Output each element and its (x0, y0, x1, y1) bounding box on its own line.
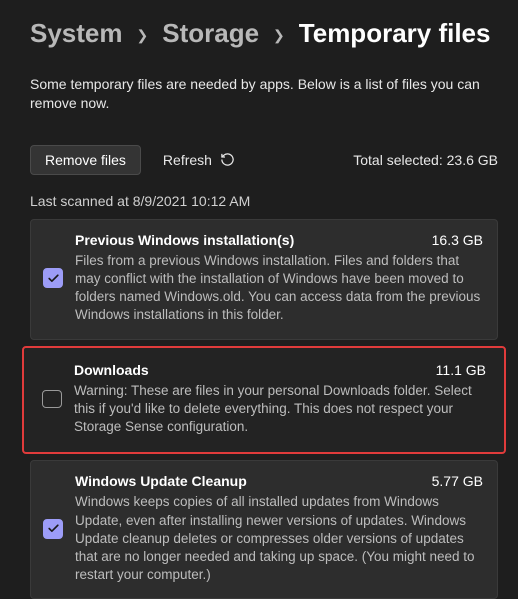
checkbox[interactable] (42, 390, 62, 408)
breadcrumb: System ❯ Storage ❯ Temporary files (30, 18, 498, 49)
item-description: Warning: These are files in your persona… (74, 382, 486, 437)
refresh-label: Refresh (163, 152, 212, 168)
breadcrumb-storage[interactable]: Storage (162, 18, 259, 49)
item-size: 16.3 GB (432, 232, 483, 248)
item-description: Files from a previous Windows installati… (75, 252, 483, 325)
chevron-right-icon: ❯ (273, 27, 285, 44)
checkbox[interactable] (43, 268, 63, 288)
list-item: Previous Windows installation(s) 16.3 GB F… (30, 219, 498, 340)
breadcrumb-system[interactable]: System (30, 18, 123, 49)
item-title: Previous Windows installation(s) (75, 232, 294, 248)
remove-files-button[interactable]: Remove files (30, 145, 141, 175)
refresh-icon (220, 152, 235, 167)
actions-row: Remove files Refresh Total selected: 23.… (30, 145, 498, 175)
checkbox[interactable] (43, 519, 63, 539)
item-title: Windows Update Cleanup (75, 473, 247, 489)
list-item: Downloads 11.1 GB Warning: These are files… (22, 346, 506, 455)
refresh-button[interactable]: Refresh (163, 152, 235, 168)
item-size: 11.1 GB (436, 362, 486, 378)
list-item: Windows Update Cleanup 5.77 GB Windows kee… (30, 460, 498, 599)
total-selected: Total selected: 23.6 GB (353, 152, 498, 168)
item-body: Previous Windows installation(s) 16.3 GB F… (75, 232, 483, 325)
item-body: Downloads 11.1 GB Warning: These are files… (74, 362, 486, 437)
item-body: Windows Update Cleanup 5.77 GB Windows kee… (75, 473, 483, 584)
last-scanned: Last scanned at 8/9/2021 10:12 AM (30, 193, 498, 209)
item-size: 5.77 GB (432, 473, 483, 489)
item-description: Windows keeps copies of all installed up… (75, 493, 483, 584)
item-title: Downloads (74, 362, 149, 378)
page-description: Some temporary files are needed by apps.… (30, 75, 498, 113)
chevron-right-icon: ❯ (137, 27, 149, 44)
breadcrumb-current: Temporary files (299, 18, 491, 49)
